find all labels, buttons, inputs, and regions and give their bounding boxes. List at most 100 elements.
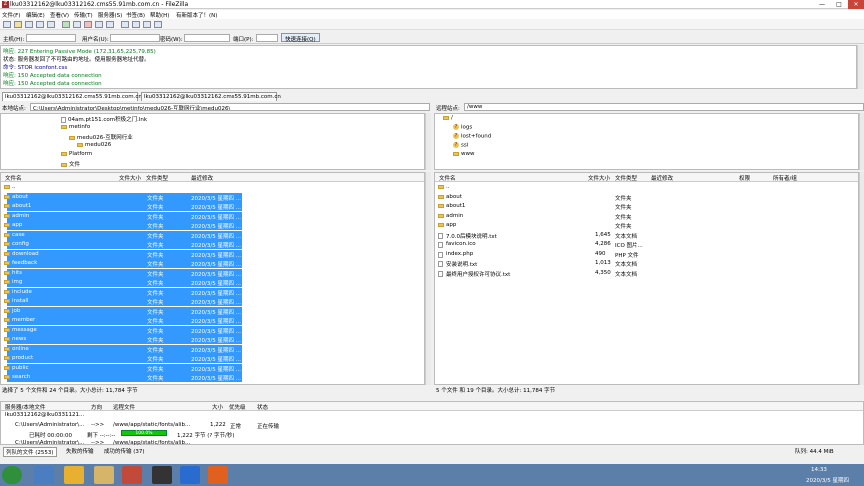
compare-icon[interactable] (132, 21, 140, 28)
table-row[interactable]: 最终用户授权许可协议.txt 4,350 文本文档 (435, 269, 858, 278)
table-row[interactable]: config 文件夹 2020/3/5 星期四 ... (1, 240, 424, 249)
filter-icon[interactable] (121, 21, 129, 28)
toggle-queue-icon[interactable] (47, 21, 55, 28)
local-tree-scrollbar[interactable] (425, 113, 431, 170)
col-filetype[interactable]: 文件类型 (615, 174, 637, 182)
table-row[interactable]: download 文件夹 2020/3/5 星期四 ... (1, 249, 424, 259)
reconnect-icon[interactable] (106, 21, 114, 28)
tab-connection-2[interactable]: lku03312162@lku03312162.cms55.91mb.com.c… (141, 92, 281, 101)
menu-transfer[interactable]: 传输(T) (74, 11, 93, 19)
site-manager-icon[interactable] (3, 21, 11, 28)
clock-time[interactable]: 14:33 (811, 467, 827, 473)
table-row[interactable]: install 文件夹 2020/3/5 星期四 ... (1, 297, 424, 306)
table-row[interactable]: include 文件夹 2020/3/5 星期四 ... (1, 287, 424, 297)
table-row[interactable]: .. (1, 183, 424, 192)
tree-item[interactable]: / (443, 115, 453, 121)
menu-new-version[interactable]: 有新版本了！(N) (176, 11, 217, 19)
table-row[interactable]: hits 文件夹 2020/3/5 星期四 ... (1, 268, 424, 278)
quickconnect-button[interactable]: 快速连接(Q) (281, 33, 320, 43)
tree-item[interactable]: medu026-互联网行业 (69, 133, 133, 141)
col-modified[interactable]: 最近修改 (651, 174, 673, 182)
table-row[interactable]: product 文件夹 2020/3/5 星期四 ... (1, 354, 424, 363)
table-row[interactable]: app 文件夹 2020/3/5 星期四 ... (1, 221, 424, 230)
toggle-log-icon[interactable] (14, 21, 22, 28)
tab-connection-1[interactable]: lku03312162@lku03312162.cms55.91mb.com.c… (2, 92, 142, 101)
ie-icon[interactable] (34, 466, 54, 484)
table-row[interactable]: feedback 文件夹 2020/3/5 星期四 ... (1, 259, 424, 268)
search-icon[interactable] (154, 21, 162, 28)
col-filesize[interactable]: 文件大小 (588, 174, 610, 182)
col-owner[interactable]: 所有者/组 (773, 174, 797, 182)
disconnect-icon[interactable] (95, 21, 103, 28)
table-row[interactable]: index.php 490 PHP 文件 (435, 250, 858, 259)
table-row[interactable]: about 文件夹 2020/3/5 星期四 ... (1, 192, 424, 202)
queue-col-server[interactable]: 服务器/本地文件 (5, 403, 45, 411)
remote-list-scrollbar[interactable] (859, 172, 864, 385)
col-modified[interactable]: 最近修改 (191, 174, 213, 182)
queue-col-remote[interactable]: 远程文件 (113, 403, 135, 411)
host-input[interactable] (26, 34, 76, 42)
local-path-input[interactable]: C:\Users\Administrator\Desktop\metinfo\m… (30, 103, 430, 111)
media-player-icon[interactable] (208, 466, 228, 484)
menu-bookmarks[interactable]: 书签(B) (126, 11, 145, 19)
remote-tree-scrollbar[interactable] (859, 113, 864, 170)
toggle-remote-tree-icon[interactable] (36, 21, 44, 28)
log-scrollbar[interactable] (857, 45, 863, 89)
remote-path-input[interactable]: /www (464, 103, 864, 111)
clock-date[interactable]: 2020/3/5 星期四 (806, 476, 849, 484)
queue-col-priority[interactable]: 优先级 (229, 403, 246, 411)
col-filetype[interactable]: 文件类型 (146, 174, 168, 182)
tree-item[interactable]: metinfo (61, 124, 90, 130)
filezilla-taskbar-icon[interactable] (122, 466, 142, 484)
table-row[interactable]: 安装说明.txt 1,013 文本文档 (435, 259, 858, 268)
tree-item[interactable]: medu026 (77, 142, 111, 148)
tree-item[interactable]: ? lost+found (453, 133, 491, 140)
tree-item[interactable]: www (453, 151, 475, 157)
minimize-button[interactable]: — (814, 0, 830, 9)
tree-item[interactable]: 文件 (61, 160, 80, 168)
menu-server[interactable]: 服务器(S) (98, 11, 122, 19)
maximize-button[interactable]: □ (831, 0, 847, 9)
table-row[interactable]: about1 文件夹 (435, 202, 858, 211)
table-row[interactable]: member 文件夹 2020/3/5 星期四 ... (1, 316, 424, 325)
table-row[interactable]: img 文件夹 2020/3/5 星期四 ... (1, 278, 424, 287)
table-row[interactable]: message 文件夹 2020/3/5 星期四 ... (1, 325, 424, 335)
cancel-icon[interactable] (84, 21, 92, 28)
tree-item[interactable]: ? ssl (453, 142, 468, 149)
menu-file[interactable]: 文件(F) (2, 11, 20, 19)
col-filename[interactable]: 文件名 (5, 174, 22, 182)
table-row[interactable]: .. (435, 183, 858, 192)
table-row[interactable]: favicon.ico 4,286 ICO 图片... (435, 240, 858, 249)
queue-col-status[interactable]: 状态 (257, 403, 268, 411)
queue-server[interactable]: lku03312162@lku0331121... (5, 412, 84, 418)
col-filename[interactable]: 文件名 (439, 174, 456, 182)
tree-item[interactable]: ? logs (453, 124, 472, 131)
table-row[interactable]: public 文件夹 2020/3/5 星期四 ... (1, 363, 424, 373)
queue-col-direction[interactable]: 方向 (91, 403, 102, 411)
col-permissions[interactable]: 权限 (739, 174, 750, 182)
process-queue-icon[interactable] (73, 21, 81, 28)
table-row[interactable]: case 文件夹 2020/3/5 星期四 ... (1, 230, 424, 240)
password-input[interactable] (184, 34, 230, 42)
close-button[interactable]: ✕ (848, 0, 864, 9)
table-row[interactable]: search 文件夹 2020/3/5 星期四 ... (1, 373, 424, 382)
table-row[interactable]: app 文件夹 (435, 221, 858, 230)
user-input[interactable] (110, 34, 160, 42)
app-icon[interactable] (152, 466, 172, 484)
port-input[interactable] (256, 34, 278, 42)
table-row[interactable]: admin 文件夹 (435, 212, 858, 221)
tree-item[interactable]: 04am.pt151.com积极之门.lnk (61, 115, 147, 123)
col-filesize[interactable]: 文件大小 (119, 174, 141, 182)
tab-queued-files[interactable]: 列队的文件 (2553) (3, 447, 57, 457)
explorer-icon[interactable] (94, 466, 114, 484)
tree-item[interactable]: Platform (61, 151, 92, 157)
start-button-icon[interactable] (2, 466, 22, 484)
toggle-tree-icon[interactable] (25, 21, 33, 28)
queue-col-size[interactable]: 大小 (212, 403, 223, 411)
queue-local-file[interactable]: C:\Users\Administrator\... (15, 422, 84, 428)
tab-successful-transfers[interactable]: 成功的传输 (37) (104, 447, 145, 455)
table-row[interactable]: admin 文件夹 2020/3/5 星期四 ... (1, 211, 424, 221)
sync-browse-icon[interactable] (143, 21, 151, 28)
table-row[interactable]: job 文件夹 2020/3/5 星期四 ... (1, 306, 424, 316)
app-icon[interactable] (180, 466, 200, 484)
